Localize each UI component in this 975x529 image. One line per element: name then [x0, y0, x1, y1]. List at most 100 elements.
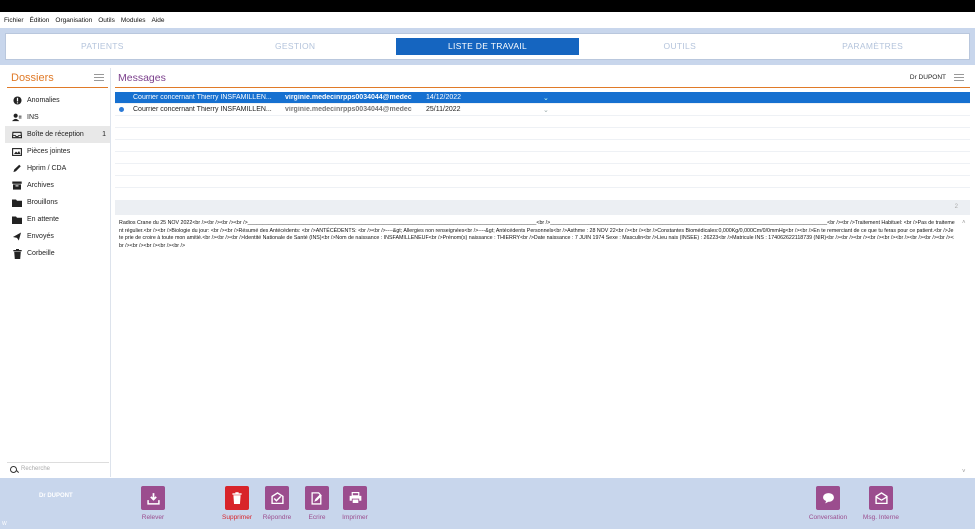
body-scrollbar[interactable]: ˄ ˅	[960, 218, 970, 477]
messages-menu-icon[interactable]	[954, 74, 964, 81]
folder-count: 1	[102, 131, 106, 138]
folder-label: Boîte de réception	[27, 131, 84, 138]
folder-label: INS	[27, 114, 39, 121]
tab-parametres[interactable]: PARAMÈTRES	[776, 38, 969, 55]
msg-interne-label: Msg. Interne	[862, 514, 900, 521]
doctor-name: Dr DUPONT	[909, 74, 946, 81]
folder-list: Anomalies INS Boîte de réception 1 Pièce…	[5, 92, 110, 262]
folder-label: Brouillons	[27, 199, 58, 206]
menu-modules[interactable]: Modules	[121, 17, 146, 24]
message-subject: Courrier concernant Thierry INSFAMILLEN.…	[133, 106, 272, 113]
tab-liste-de-travail[interactable]: LISTE DE TRAVAIL	[395, 38, 580, 55]
version-marker: W	[2, 521, 7, 527]
folder-label: Envoyés	[27, 233, 54, 240]
sidebar-header: Dossiers	[7, 68, 108, 88]
menu-organisation[interactable]: Organisation	[55, 17, 92, 24]
folder-search[interactable]: Recherche	[7, 462, 109, 475]
message-body: Radios Crane du 25 NOV 2022<br /><br /><…	[119, 220, 955, 250]
tab-patients[interactable]: PATIENTS	[6, 38, 199, 55]
folder-label: En attente	[27, 216, 59, 223]
folder-boite-de-reception[interactable]: Boîte de réception 1	[5, 126, 110, 143]
folder-en-attente[interactable]: En attente	[5, 211, 110, 228]
folder-envoyes[interactable]: Envoyés	[5, 228, 110, 245]
tab-outils[interactable]: OUTILS	[583, 38, 776, 55]
current-user: Dr DUPONT	[39, 493, 73, 499]
message-sender: virginie.medecinrpps0034044@medec	[285, 94, 412, 101]
search-icon	[10, 465, 17, 473]
inbox-icon	[11, 131, 23, 139]
folders-sidebar: Dossiers Anomalies INS Boîte de réceptio…	[5, 68, 111, 477]
menu-aide[interactable]: Aide	[151, 17, 164, 24]
message-row[interactable]: Courrier concernant Thierry INSFAMILLEN.…	[115, 104, 970, 116]
pen-icon	[11, 164, 23, 173]
pager-count: 2	[954, 204, 958, 210]
folder-label: Archives	[27, 182, 54, 189]
empty-row	[115, 140, 970, 152]
scroll-down-icon[interactable]: ˅	[962, 469, 966, 475]
empty-row	[115, 164, 970, 176]
sidebar-title: Dossiers	[11, 71, 54, 84]
reply-icon	[265, 486, 289, 510]
relever-label: Relever	[141, 514, 165, 521]
menu-outils[interactable]: Outils	[98, 17, 115, 24]
folder-label: Hprim / CDA	[27, 165, 67, 172]
folder-ins[interactable]: INS	[5, 109, 110, 126]
folder-pieces-jointes[interactable]: Pièces jointes	[5, 143, 110, 160]
conversation-label: Conversation	[808, 514, 848, 521]
folder-icon	[11, 199, 23, 207]
unread-dot-icon	[119, 107, 124, 112]
imprimer-label: Imprimer	[342, 514, 368, 521]
conversation-button[interactable]: Conversation	[803, 486, 853, 521]
top-nav-tabs: PATIENTS GESTION LISTE DE TRAVAIL OUTILS…	[5, 33, 970, 60]
message-list: Courrier concernant Thierry INSFAMILLEN.…	[115, 92, 970, 188]
sidebar-menu-icon[interactable]	[94, 74, 104, 81]
internal-mail-icon	[869, 486, 893, 510]
top-navigation: PATIENTS GESTION LISTE DE TRAVAIL OUTILS…	[0, 28, 975, 65]
empty-row	[115, 152, 970, 164]
archive-icon	[11, 181, 23, 190]
folder-label: Corbeille	[27, 250, 55, 257]
folder-label: Anomalies	[27, 97, 60, 104]
download-icon	[141, 486, 165, 510]
message-date: 14/12/2022	[426, 94, 462, 101]
preview-splitter[interactable]: 2	[115, 200, 970, 215]
write-icon	[305, 486, 329, 510]
menu-fichier[interactable]: Fichier	[4, 17, 24, 24]
send-icon	[11, 232, 23, 241]
folder-anomalies[interactable]: Anomalies	[5, 92, 110, 109]
header-right: Dr DUPONT	[910, 74, 964, 81]
relever-button[interactable]: Relever	[128, 486, 178, 521]
folder-hprim-cda[interactable]: Hprim / CDA	[5, 160, 110, 177]
message-sender: virginie.medecinrpps0034044@medec	[285, 106, 412, 113]
chevron-down-icon[interactable]: ⌄	[543, 106, 549, 114]
folder-icon	[11, 216, 23, 224]
messages-header: Messages Dr DUPONT	[115, 68, 970, 88]
empty-row	[115, 116, 970, 128]
messages-panel: Messages Dr DUPONT Courrier concernant T…	[115, 68, 970, 477]
user-id-icon	[11, 113, 23, 122]
imprimer-button[interactable]: Imprimer	[330, 486, 380, 521]
menu-edition[interactable]: Édition	[30, 17, 50, 24]
folder-archives[interactable]: Archives	[5, 177, 110, 194]
folder-corbeille[interactable]: Corbeille	[5, 245, 110, 262]
attachment-icon	[11, 147, 23, 156]
search-placeholder: Recherche	[21, 466, 51, 472]
empty-row	[115, 176, 970, 188]
alert-icon	[11, 96, 23, 105]
bottom-toolbar: Dr DUPONT Relever Supprimer Répondre Ecr…	[0, 478, 975, 529]
tab-gestion[interactable]: GESTION	[199, 38, 392, 55]
scroll-up-icon[interactable]: ˄	[962, 220, 966, 226]
trash-icon	[11, 248, 23, 259]
message-row[interactable]: Courrier concernant Thierry INSFAMILLEN.…	[115, 92, 970, 104]
msg-interne-button[interactable]: Msg. Interne	[856, 486, 906, 521]
folder-brouillons[interactable]: Brouillons	[5, 194, 110, 211]
message-subject: Courrier concernant Thierry INSFAMILLEN.…	[133, 94, 272, 101]
chevron-down-icon[interactable]: ⌄	[543, 94, 549, 102]
message-date: 25/11/2022	[426, 106, 461, 113]
menu-bar: Fichier Édition Organisation Outils Modu…	[0, 12, 975, 28]
chat-icon	[816, 486, 840, 510]
window-titlebar	[0, 0, 975, 12]
trash-icon	[225, 486, 249, 510]
print-icon	[343, 486, 367, 510]
unread-dot-icon	[119, 95, 124, 100]
